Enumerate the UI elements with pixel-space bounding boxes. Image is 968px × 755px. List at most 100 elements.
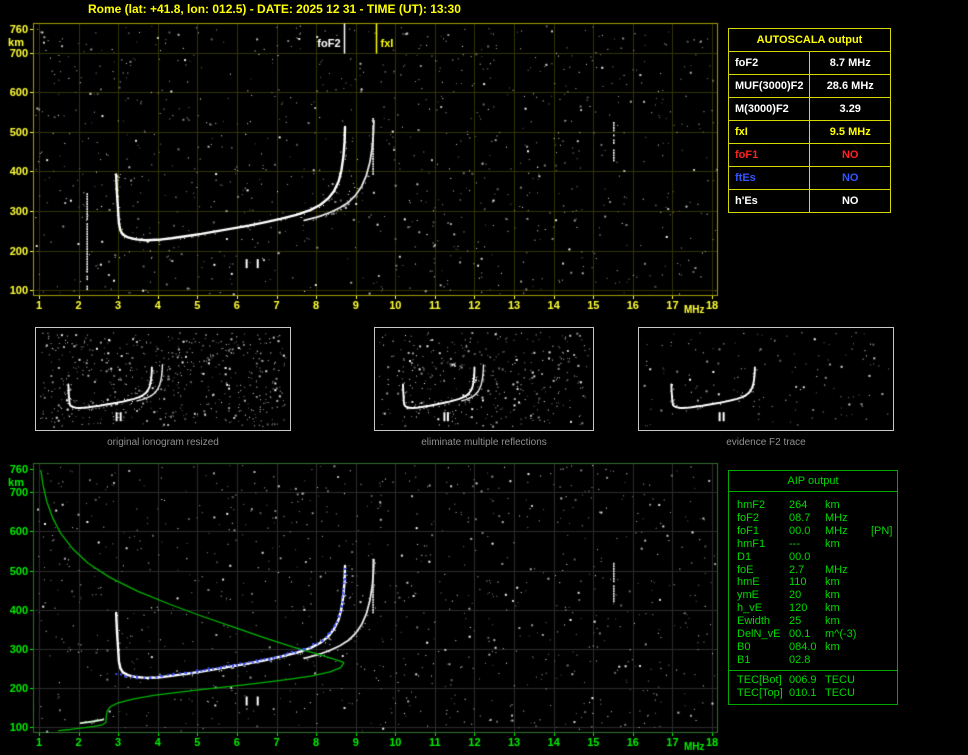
param-unit: km bbox=[825, 589, 871, 602]
table-row: MUF(3000)F228.6 MHz bbox=[729, 75, 891, 98]
param-value: 9.5 MHz bbox=[810, 121, 891, 144]
param-value: 28.6 MHz bbox=[810, 75, 891, 98]
param-label: ymE bbox=[737, 589, 787, 602]
param-note bbox=[871, 551, 895, 564]
param-value: 8.7 MHz bbox=[810, 52, 891, 75]
table-row: hmF2264km bbox=[729, 499, 897, 512]
param-unit: km bbox=[825, 576, 871, 589]
top-ionogram-chart bbox=[0, 16, 730, 316]
param-value: 25 bbox=[787, 615, 825, 628]
param-note bbox=[871, 641, 895, 654]
param-note bbox=[871, 628, 895, 641]
param-unit: km bbox=[825, 641, 871, 654]
thumbnail-f2-trace bbox=[638, 327, 894, 431]
param-note bbox=[871, 687, 895, 700]
param-label: h_vE bbox=[737, 602, 787, 615]
thumbnail-caption-original: original ionogram resized bbox=[35, 437, 291, 448]
thumbnail-multiple-reflections bbox=[374, 327, 594, 431]
thumbnail-caption-f2: evidence F2 trace bbox=[638, 437, 894, 448]
table-row: foF28.7 MHz bbox=[729, 52, 891, 75]
autoscala-screen: Rome (lat: +41.8, lon: 012.5) - DATE: 20… bbox=[0, 0, 968, 755]
param-label: hmE bbox=[737, 576, 787, 589]
param-note bbox=[871, 538, 895, 551]
param-value: 3.29 bbox=[810, 98, 891, 121]
param-value: 2.7 bbox=[787, 564, 825, 577]
param-note bbox=[871, 576, 895, 589]
table-row: h_vE120km bbox=[729, 602, 897, 615]
station-title: Rome (lat: +41.8, lon: 012.5) - DATE: 20… bbox=[88, 2, 461, 16]
param-label: MUF(3000)F2 bbox=[729, 75, 810, 98]
param-label: M(3000)F2 bbox=[729, 98, 810, 121]
param-unit bbox=[825, 654, 871, 667]
param-note bbox=[871, 512, 895, 525]
param-unit: TECU bbox=[825, 674, 871, 687]
param-unit: MHz bbox=[825, 564, 871, 577]
param-label: D1 bbox=[737, 551, 787, 564]
table-row: foF208.7MHz bbox=[729, 512, 897, 525]
param-note bbox=[871, 589, 895, 602]
table-row: B0084.0km bbox=[729, 641, 897, 654]
table-row: TEC[Top]010.1TECU bbox=[729, 687, 897, 700]
param-unit: MHz bbox=[825, 525, 871, 538]
param-label: fxI bbox=[729, 121, 810, 144]
param-label: ftEs bbox=[729, 167, 810, 190]
param-value: 08.7 bbox=[787, 512, 825, 525]
aip-table-title: AIP output bbox=[729, 471, 897, 492]
thumbnail-caption-reflections: eliminate multiple reflections bbox=[374, 437, 594, 448]
table-row: foF100.0MHz[PN] bbox=[729, 525, 897, 538]
table-row: ymE20km bbox=[729, 589, 897, 602]
param-value: 006.9 bbox=[787, 674, 825, 687]
param-note bbox=[871, 654, 895, 667]
param-label: Ewidth bbox=[737, 615, 787, 628]
param-value: 010.1 bbox=[787, 687, 825, 700]
table-row: DelN_vE00.1m^(-3) bbox=[729, 628, 897, 641]
table-row: foF1NO bbox=[729, 144, 891, 167]
param-unit: TECU bbox=[825, 687, 871, 700]
table-row: foE2.7MHz bbox=[729, 564, 897, 577]
param-note bbox=[871, 674, 895, 687]
param-label: B0 bbox=[737, 641, 787, 654]
param-unit bbox=[825, 551, 871, 564]
param-label: foF1 bbox=[737, 525, 787, 538]
aip-table: AIP output hmF2264km foF208.7MHz foF100.… bbox=[728, 470, 898, 705]
table-row: D100.0 bbox=[729, 551, 897, 564]
param-value: NO bbox=[810, 144, 891, 167]
thumbnail-original-canvas bbox=[36, 328, 290, 430]
thumbnail-original-ionogram bbox=[35, 327, 291, 431]
param-value: 110 bbox=[787, 576, 825, 589]
param-label: foE bbox=[737, 564, 787, 577]
param-unit: m^(-3) bbox=[825, 628, 871, 641]
param-label: foF1 bbox=[729, 144, 810, 167]
table-row: M(3000)F23.29 bbox=[729, 98, 891, 121]
thumbnail-reflections-canvas bbox=[375, 328, 593, 430]
param-label: DelN_vE bbox=[737, 628, 787, 641]
table-row: B102.8 bbox=[729, 654, 897, 667]
param-unit: km bbox=[825, 602, 871, 615]
param-value: 264 bbox=[787, 499, 825, 512]
param-note bbox=[871, 499, 895, 512]
table-row: TEC[Bot]006.9TECU bbox=[729, 670, 897, 687]
param-unit: km bbox=[825, 538, 871, 551]
param-value: 00.0 bbox=[787, 525, 825, 538]
param-value: 120 bbox=[787, 602, 825, 615]
param-label: B1 bbox=[737, 654, 787, 667]
table-row: hmF1---km bbox=[729, 538, 897, 551]
param-value: NO bbox=[810, 167, 891, 190]
table-row: h'EsNO bbox=[729, 190, 891, 213]
param-unit: km bbox=[825, 615, 871, 628]
param-value: NO bbox=[810, 190, 891, 213]
param-value: --- bbox=[787, 538, 825, 551]
param-unit: km bbox=[825, 499, 871, 512]
param-label: foF2 bbox=[729, 52, 810, 75]
table-row: Ewidth25km bbox=[729, 615, 897, 628]
param-unit: MHz bbox=[825, 512, 871, 525]
param-label: h'Es bbox=[729, 190, 810, 213]
thumbnail-f2-canvas bbox=[639, 328, 893, 430]
param-value: 084.0 bbox=[787, 641, 825, 654]
table-row: ftEsNO bbox=[729, 167, 891, 190]
param-value: 20 bbox=[787, 589, 825, 602]
param-note bbox=[871, 602, 895, 615]
param-note: [PN] bbox=[871, 525, 895, 538]
param-label: hmF2 bbox=[737, 499, 787, 512]
table-row: fxI9.5 MHz bbox=[729, 121, 891, 144]
